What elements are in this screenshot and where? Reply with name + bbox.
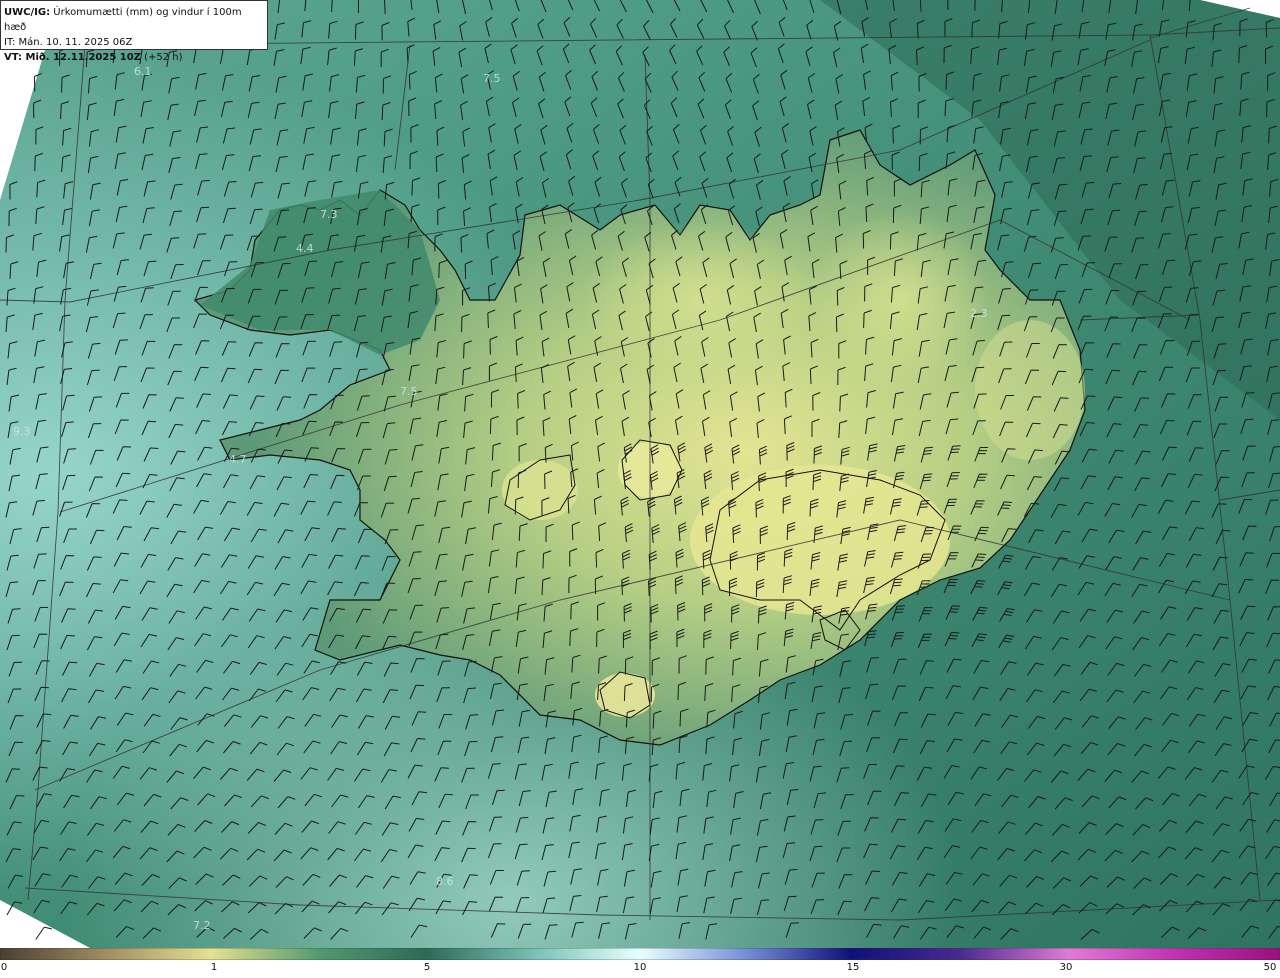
precipitation-map: 6.1 7.5 7.3 4.4 2.3 7.5 9.3 4.7 8.6 7.2 bbox=[0, 0, 1280, 948]
init-time: Mán. 10. 11. 2025 06Z bbox=[18, 37, 133, 48]
point-label: 7.3 bbox=[320, 208, 338, 221]
point-label: 7.5 bbox=[483, 72, 501, 85]
colorbar-label: 30 bbox=[1059, 962, 1073, 973]
init-time-line: IT: Mán. 10. 11. 2025 06Z bbox=[4, 35, 263, 50]
point-label: 4.4 bbox=[296, 242, 314, 255]
colorbar-label: 5 bbox=[423, 962, 431, 973]
colorbar-label: 0 bbox=[0, 962, 8, 973]
point-label: 6.1 bbox=[134, 65, 152, 78]
colorbar-label: 1 bbox=[210, 962, 218, 973]
point-label: 2.3 bbox=[970, 307, 988, 320]
colorbar-label: 50 bbox=[1263, 962, 1277, 973]
forecast-offset: (+52 h) bbox=[144, 52, 183, 63]
point-label: 7.2 bbox=[193, 919, 211, 932]
title-line: UWC/IG: Úrkomumætti (mm) og vindur í 100… bbox=[4, 5, 263, 35]
info-box: UWC/IG: Úrkomumætti (mm) og vindur í 100… bbox=[0, 0, 268, 63]
point-label: 9.3 bbox=[13, 425, 31, 438]
valid-time-line: VT: Mið. 12.11.2025 10Z (+52 h) bbox=[4, 50, 263, 65]
product-code: UWC/IG: bbox=[4, 7, 51, 18]
point-label: 4.7 bbox=[229, 453, 247, 466]
init-label: IT: bbox=[4, 37, 16, 48]
point-label: 8.6 bbox=[436, 875, 454, 888]
colorbar-label: 10 bbox=[633, 962, 647, 973]
colorbar: 0 1 5 10 15 30 50 bbox=[0, 948, 1280, 978]
colorbar-label: 15 bbox=[846, 962, 860, 973]
colorbar-strip bbox=[0, 948, 1280, 960]
point-label: 7.5 bbox=[400, 385, 418, 398]
valid-time: VT: Mið. 12.11.2025 10Z bbox=[4, 52, 141, 63]
